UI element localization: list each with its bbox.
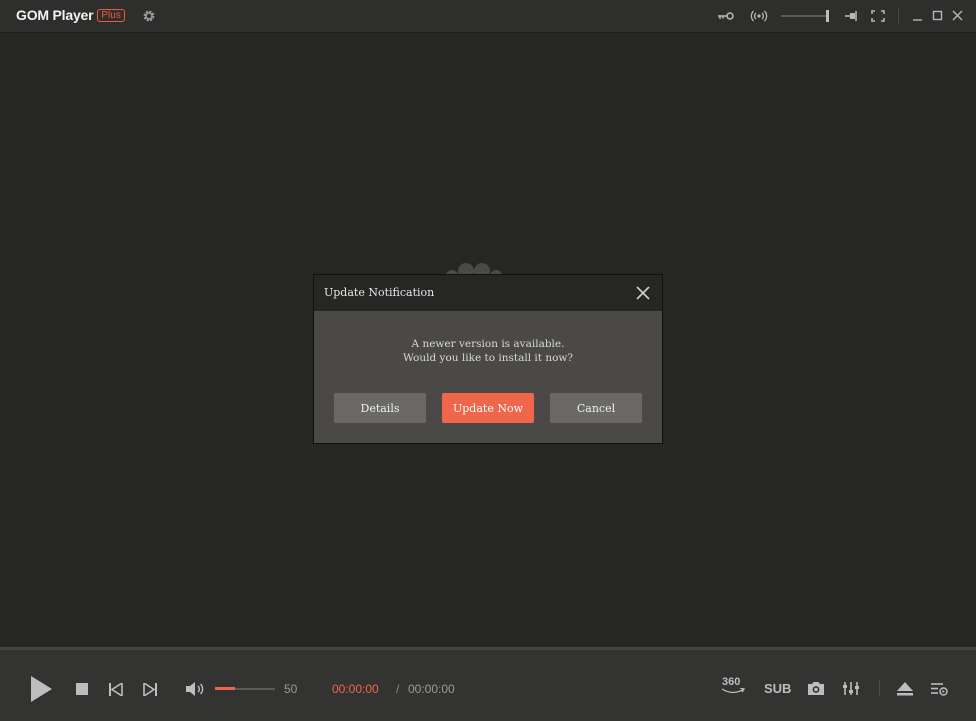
fullscreen-icon[interactable] bbox=[869, 8, 887, 24]
eject-icon[interactable] bbox=[897, 682, 913, 696]
close-icon[interactable] bbox=[949, 8, 967, 24]
volume-value: 50 bbox=[284, 682, 298, 696]
subtitle-button[interactable]: SUB bbox=[764, 681, 791, 696]
stop-icon[interactable] bbox=[76, 683, 88, 695]
title-bar: GOM Player Plus bbox=[0, 0, 976, 33]
gom-player-window: GOM Player Plus Update Notification A ne… bbox=[0, 0, 976, 721]
plus-badge: Plus bbox=[97, 8, 125, 22]
maximize-icon[interactable] bbox=[929, 8, 947, 24]
update-now-button[interactable]: Update Now bbox=[442, 393, 534, 423]
dialog-message-line2: Would you like to install it now? bbox=[402, 352, 574, 364]
camera-icon[interactable] bbox=[807, 681, 825, 696]
controlbar-divider bbox=[879, 680, 880, 696]
app-logo: GOM Player Plus bbox=[16, 7, 125, 23]
opacity-slider-handle[interactable] bbox=[826, 10, 829, 22]
dialog-header: Update Notification bbox=[314, 275, 662, 311]
dialog-message: A newer version is available. Would you … bbox=[314, 337, 662, 365]
speaker-icon[interactable] bbox=[185, 681, 205, 697]
pin-icon[interactable] bbox=[843, 8, 861, 24]
dialog-close-icon[interactable] bbox=[635, 285, 651, 301]
total-time: 00:00:00 bbox=[408, 682, 455, 696]
next-icon[interactable] bbox=[143, 683, 157, 696]
current-time: 00:00:00 bbox=[332, 682, 379, 696]
time-separator: / bbox=[396, 682, 400, 696]
broadcast-icon[interactable] bbox=[750, 8, 768, 24]
minimize-icon[interactable] bbox=[909, 8, 927, 24]
opacity-slider-track[interactable] bbox=[781, 15, 827, 17]
playlist-icon[interactable] bbox=[931, 682, 948, 696]
update-notification-dialog: Update Notification A newer version is a… bbox=[313, 274, 663, 444]
settings-icon[interactable] bbox=[142, 9, 156, 23]
equalizer-icon[interactable] bbox=[843, 681, 859, 696]
previous-icon[interactable] bbox=[109, 683, 123, 696]
play-icon[interactable] bbox=[28, 674, 54, 704]
cancel-button[interactable]: Cancel bbox=[550, 393, 642, 423]
app-name: GOM Player bbox=[16, 7, 94, 23]
details-button[interactable]: Details bbox=[334, 393, 426, 423]
control-bar: 50 00:00:00 / 00:00:00 360 SUB bbox=[0, 647, 976, 721]
dialog-message-line1: A newer version is available. bbox=[411, 338, 565, 350]
vr-360-button[interactable]: 360 bbox=[721, 676, 746, 694]
dialog-title: Update Notification bbox=[324, 286, 435, 299]
titlebar-divider bbox=[898, 9, 899, 23]
key-icon[interactable] bbox=[717, 8, 735, 24]
volume-slider-fill bbox=[215, 687, 235, 690]
vr-360-label: 360 bbox=[722, 676, 741, 688]
